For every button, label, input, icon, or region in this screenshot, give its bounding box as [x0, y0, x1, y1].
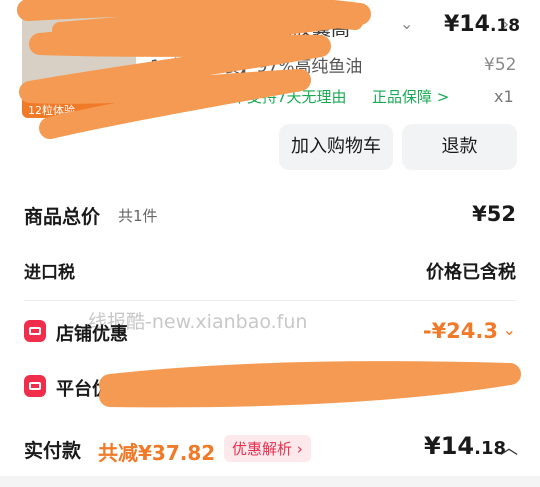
- thumbnail-badge: 12粒体验: [22, 100, 136, 118]
- chevron-up-icon[interactable]: ︿: [500, 434, 518, 460]
- service-no-return: 不支持7天无理由: [232, 88, 347, 106]
- chevron-down-icon[interactable]: ⌄: [503, 320, 516, 339]
- payment-label: 实付款: [24, 440, 82, 462]
- payment-amount: ¥14.18: [424, 432, 506, 460]
- store-discount-label: 店铺优惠: [56, 324, 128, 345]
- import-tax-value: 价格已含税: [426, 262, 516, 283]
- saved-amount: 共减¥37.82: [98, 441, 216, 465]
- product-thumbnail[interactable]: 12粒体验: [22, 6, 136, 118]
- quantity: x1: [494, 87, 514, 106]
- product-title[interactable]: NOW深海鱼油软胶囊高: [150, 14, 350, 41]
- thumbnail-badge-text: 12粒体验: [28, 104, 75, 117]
- platform-discount-label: 平台优惠: [56, 379, 128, 400]
- refund-button[interactable]: 退款: [402, 124, 517, 170]
- service-authentic[interactable]: 正品保障 >: [372, 86, 449, 107]
- original-price: ¥52: [484, 55, 517, 75]
- product-subtitle: 12粒体验装】97%高纯鱼油: [150, 57, 363, 77]
- total-value: ¥52: [472, 202, 516, 226]
- platform-coupon-icon: [24, 375, 46, 397]
- store-discount-value[interactable]: -¥24.3: [423, 319, 498, 343]
- total-label: 商品总价: [24, 206, 101, 228]
- divider: [24, 300, 516, 301]
- chevron-right-icon[interactable]: ›: [502, 14, 509, 35]
- service-price-protect: 大促价保: [152, 88, 213, 106]
- import-tax-label: 进口税: [24, 263, 75, 283]
- item-count: 共1件: [118, 207, 158, 225]
- product-price-yen: ¥14: [444, 12, 490, 37]
- chevron-down-icon[interactable]: ⌄: [400, 14, 413, 33]
- payment-amount-yen: ¥14: [424, 432, 475, 460]
- add-to-cart-button[interactable]: 加入购物车: [279, 124, 393, 170]
- store-coupon-icon: [24, 320, 46, 342]
- discount-analysis-button[interactable]: 优惠解析 ›: [224, 435, 311, 462]
- bottom-strip: [0, 476, 540, 487]
